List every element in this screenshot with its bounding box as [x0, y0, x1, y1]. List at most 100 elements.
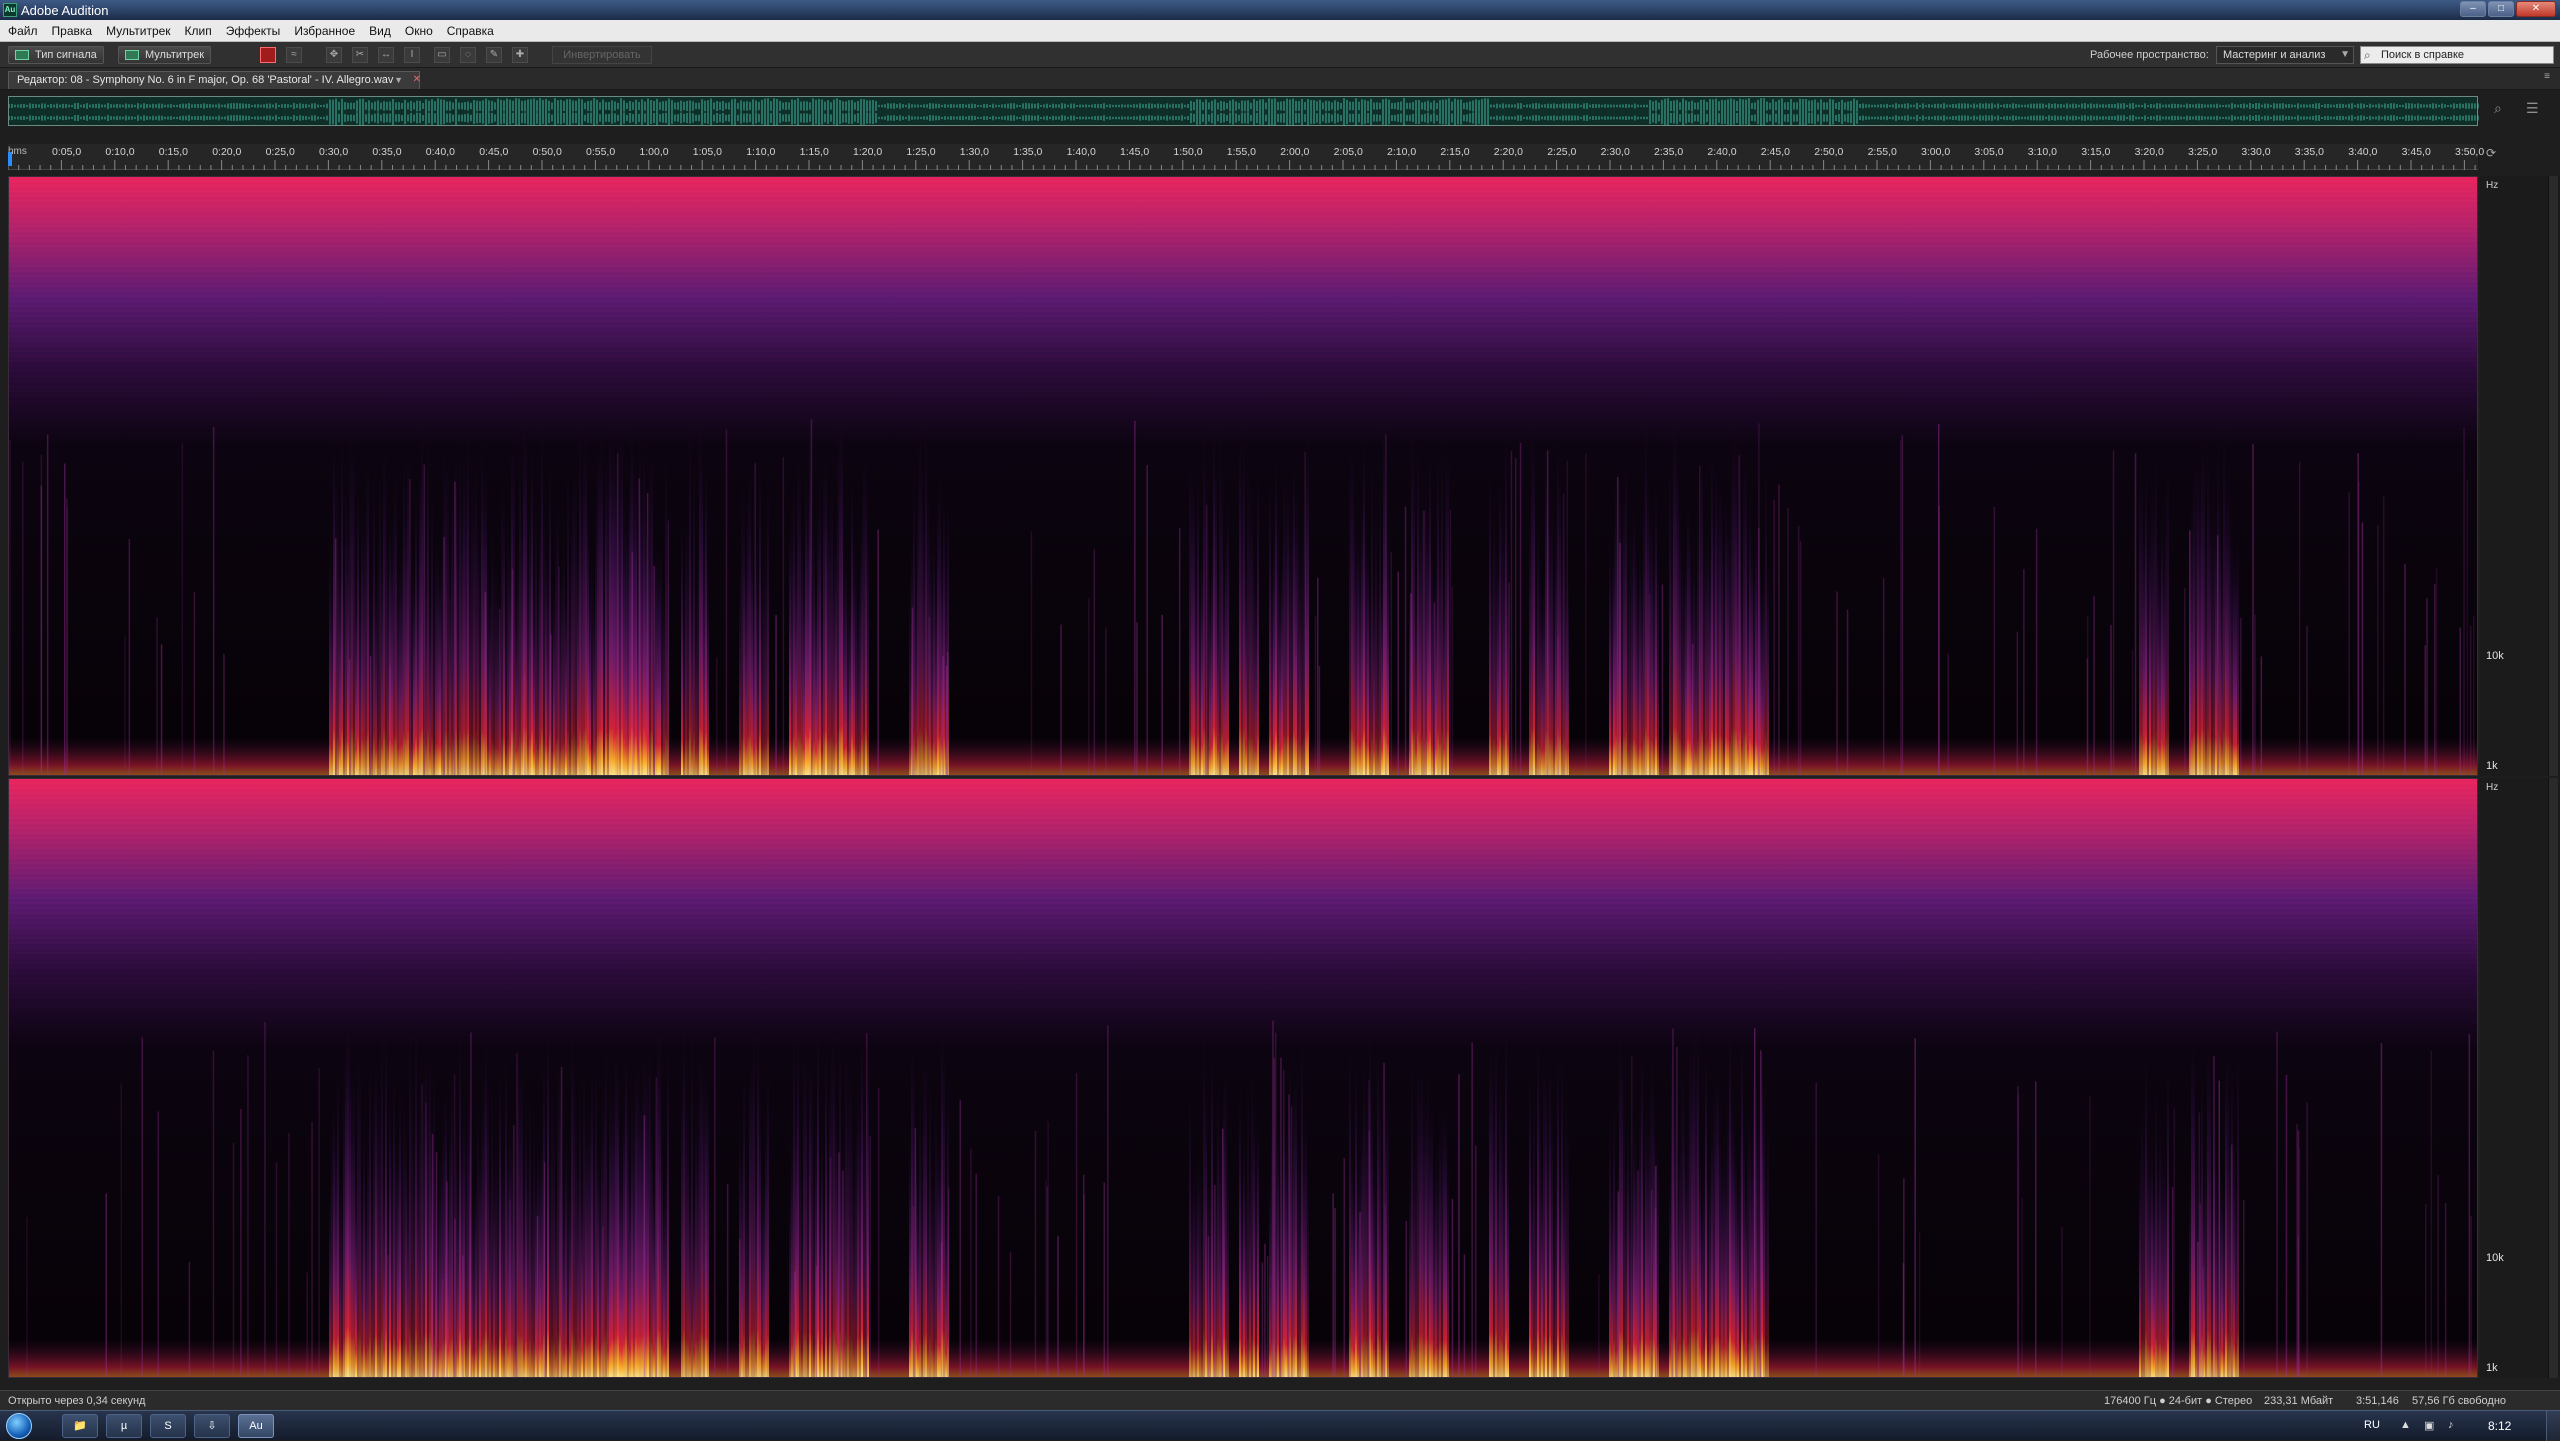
ruler-label: 1:45,0 [1120, 146, 1150, 158]
ruler-label: 0:35,0 [372, 146, 402, 158]
network-icon[interactable]: ▣ [2424, 1419, 2434, 1432]
waveform-view-button[interactable]: Тип сигнала [8, 46, 104, 64]
brush-icon[interactable]: ✎ [486, 47, 502, 63]
ruler-label: 1:40,0 [1066, 146, 1096, 158]
editor-tab-row: Редактор: 08 - Symphony No. 6 in F major… [0, 68, 2560, 90]
menu-window[interactable]: Окно [405, 24, 433, 38]
frequency-scale-right: Hz 10k 1k [2480, 778, 2560, 1378]
ruler-label: 1:00,0 [639, 146, 669, 158]
multitrack-view-button[interactable]: Мультитрек [118, 46, 212, 64]
audition-icon[interactable]: Au [238, 1414, 274, 1438]
slip-icon[interactable]: ↔ [378, 47, 394, 63]
minimize-button[interactable]: – [2460, 1, 2486, 17]
panel-menu-icon[interactable]: ≡ [2544, 71, 2550, 82]
vertical-scrollbar[interactable] [2548, 176, 2558, 776]
ruler-label: 0:45,0 [479, 146, 509, 158]
ruler-label: 0:50,0 [532, 146, 562, 158]
menu-view[interactable]: Вид [369, 24, 391, 38]
close-tab-icon[interactable]: ✕ [413, 72, 421, 88]
freq-label-1k: 1k [2486, 1362, 2498, 1374]
zoom-icon[interactable]: ⌕ [2494, 100, 2502, 117]
help-search-input[interactable]: ⌕ Поиск в справке [2360, 46, 2554, 64]
marquee-icon[interactable]: ▭ [434, 47, 450, 63]
ruler-label: 1:20,0 [853, 146, 883, 158]
ruler-label: 0:05,0 [52, 146, 82, 158]
menu-favorites[interactable]: Избранное [294, 24, 355, 38]
invert-button[interactable]: Инвертировать [552, 46, 652, 64]
status-duration: 3:51,146 [2356, 1395, 2399, 1407]
ruler-label: 2:20,0 [1493, 146, 1523, 158]
ruler-label: 0:40,0 [425, 146, 455, 158]
window-title: Adobe Audition [21, 3, 109, 18]
workspace-select[interactable]: Мастеринг и анализ ▼ [2216, 46, 2354, 64]
ruler-label: 0:15,0 [158, 146, 188, 158]
toolbar: Тип сигнала Мультитрек ≈ ✥ ✂ ↔ I ▭ ◌ ✎ ✚… [0, 42, 2560, 68]
ruler-label: 0:25,0 [265, 146, 295, 158]
utorrent-icon[interactable]: µ [106, 1414, 142, 1438]
spectrogram-right [9, 779, 2477, 1377]
freq-label-10k: 10k [2486, 1252, 2504, 1264]
status-open-time: Открыто через 0,34 секунд [8, 1395, 146, 1407]
move-icon[interactable]: ✥ [326, 47, 342, 63]
explorer-icon[interactable]: 📁 [62, 1414, 98, 1438]
ruler-label: 0:10,0 [105, 146, 135, 158]
volume-icon[interactable]: ♪ [2448, 1419, 2454, 1431]
frequency-scale-left: Hz 10k 1k [2480, 176, 2560, 776]
overview-zoom-controls: ⌕ ☰ [2484, 98, 2554, 124]
time-ruler[interactable]: hms 0:05,0 0:10,0 0:15,0 0:20,0 0:25,0 0:30,0… [8, 144, 2484, 170]
razor-icon[interactable]: ✂ [352, 47, 368, 63]
ruler-label: 1:35,0 [1013, 146, 1043, 158]
ruler-label: 2:10,0 [1387, 146, 1417, 158]
time-select-icon[interactable]: I [404, 47, 420, 63]
taskbar: 📁 µ S ⇩ Au RU ▲ ▣ ♪ 8:12 [0, 1410, 2560, 1441]
editor-tab-label: Редактор: 08 - Symphony No. 6 in F major… [17, 74, 394, 86]
tray-arrow-icon[interactable]: ▲ [2400, 1419, 2411, 1431]
overview-menu-icon[interactable]: ☰ [2526, 100, 2539, 117]
skype-icon[interactable]: S [150, 1414, 186, 1438]
ruler-label: 2:55,0 [1867, 146, 1897, 158]
ruler-label: 2:35,0 [1654, 146, 1684, 158]
menu-effects[interactable]: Эффекты [226, 24, 281, 38]
menu-multitrack[interactable]: Мультитрек [106, 24, 170, 38]
ruler-label: 1:50,0 [1173, 146, 1203, 158]
menu-help[interactable]: Справка [447, 24, 494, 38]
ruler-label: 2:40,0 [1707, 146, 1737, 158]
vertical-scrollbar[interactable] [2548, 778, 2558, 1378]
menu-clip[interactable]: Клип [185, 24, 212, 38]
ruler-label: 0:55,0 [586, 146, 616, 158]
chevron-down-icon[interactable]: ▼ [394, 72, 403, 88]
spectral-display-left[interactable] [8, 176, 2478, 776]
refresh-icon[interactable]: ⟳ [2486, 146, 2496, 160]
ruler-label: 2:00,0 [1280, 146, 1310, 158]
ruler-label: 3:05,0 [1974, 146, 2004, 158]
ruler-label: 3:25,0 [2188, 146, 2218, 158]
lasso-icon[interactable]: ◌ [460, 47, 476, 63]
menu-edit[interactable]: Правка [52, 24, 93, 38]
menu-file[interactable]: Файл [8, 24, 38, 38]
hz-unit-label: Hz [2486, 782, 2499, 793]
start-button[interactable] [6, 1413, 32, 1439]
maximize-button[interactable]: □ [2488, 1, 2514, 17]
ruler-label: 1:55,0 [1226, 146, 1256, 158]
waveform-display-icon[interactable]: ≈ [286, 47, 302, 63]
title-bar: Au Adobe Audition – □ ✕ [0, 0, 2560, 20]
ruler-label: 3:00,0 [1921, 146, 1951, 158]
waveform-icon [15, 50, 29, 60]
editor-tab[interactable]: Редактор: 08 - Symphony No. 6 in F major… [8, 71, 421, 89]
tray-language[interactable]: RU [2364, 1419, 2380, 1431]
healing-icon[interactable]: ✚ [512, 47, 528, 63]
ruler-ticks [8, 160, 2476, 170]
close-button[interactable]: ✕ [2516, 1, 2556, 17]
ruler-label: 2:25,0 [1547, 146, 1577, 158]
spectral-display-right[interactable] [8, 778, 2478, 1378]
freq-label-10k: 10k [2486, 650, 2504, 662]
workspace-label: Рабочее пространство: [2090, 49, 2209, 61]
download-icon[interactable]: ⇩ [194, 1414, 230, 1438]
ruler-label: 3:10,0 [2027, 146, 2057, 158]
ruler-label: 3:30,0 [2241, 146, 2271, 158]
tray-clock[interactable]: 8:12 [2488, 1419, 2511, 1433]
waveform-overview[interactable] [8, 96, 2479, 126]
spectral-red-icon[interactable] [260, 47, 276, 63]
playhead[interactable] [8, 152, 12, 166]
show-desktop-button[interactable] [2546, 1411, 2560, 1441]
